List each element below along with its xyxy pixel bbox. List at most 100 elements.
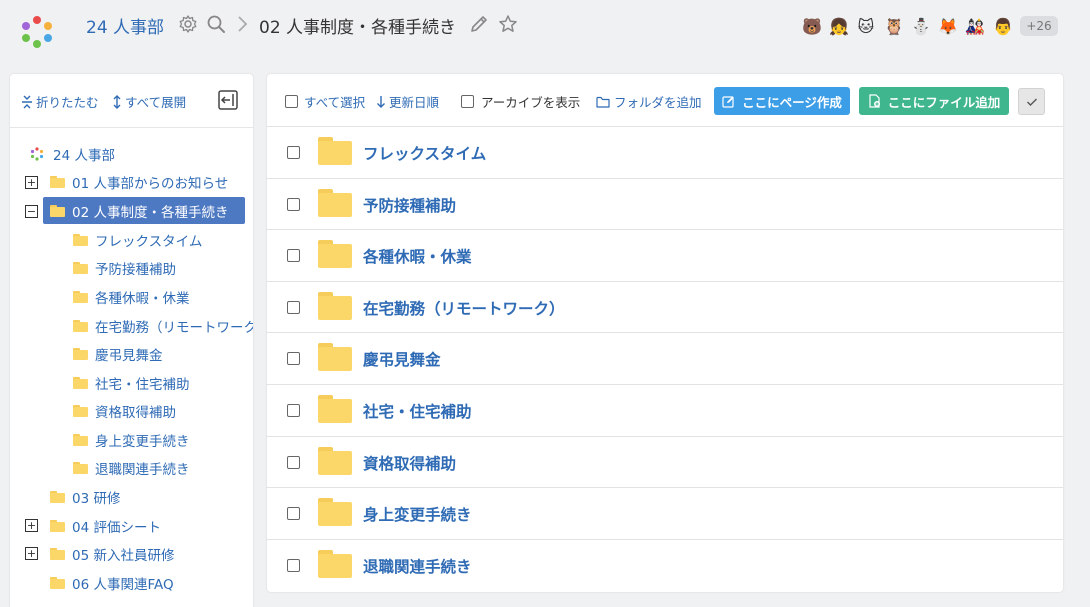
list-item[interactable]: 在宅勤務（リモートワーク） <box>267 282 1063 334</box>
tree-child-item[interactable]: 在宅勤務（リモートワーク） <box>73 312 253 339</box>
collapse-toggle-icon[interactable]: − <box>25 205 38 218</box>
row-checkbox[interactable] <box>287 558 300 572</box>
folder-icon <box>73 461 88 474</box>
avatar[interactable]: 👨 <box>991 14 1015 38</box>
folder-name-link[interactable]: 身上変更手続き <box>363 503 472 525</box>
avatar[interactable]: 🦉 <box>882 14 906 38</box>
select-all-label: すべて選択 <box>304 95 366 110</box>
folder-name-link[interactable]: 資格取得補助 <box>363 452 456 474</box>
show-archive-control[interactable]: アーカイブを表示 <box>461 92 580 111</box>
folder-name-link[interactable]: 社宅・住宅補助 <box>363 400 472 422</box>
chevron-right-icon <box>238 16 248 32</box>
tree-child-item[interactable]: 予防接種補助 <box>73 254 176 281</box>
more-members-badge[interactable]: +26 <box>1020 16 1058 36</box>
list-item[interactable]: フレックスタイム <box>267 127 1063 179</box>
folder-icon <box>318 188 352 217</box>
add-file-button[interactable]: ここにファイル追加 <box>859 87 1009 115</box>
expand-toggle-icon[interactable]: + <box>25 176 38 189</box>
list-item[interactable]: 各種休暇・休業 <box>267 230 1063 282</box>
select-all-checkbox[interactable] <box>285 95 298 108</box>
add-file-label: ここにファイル追加 <box>887 94 1001 110</box>
tree-item-02-selected[interactable]: 02 人事制度・各種手続き <box>43 197 245 224</box>
tree-child-item[interactable]: 各種休暇・休業 <box>73 283 190 310</box>
list-item[interactable]: 予防接種補助 <box>267 179 1063 231</box>
sort-updated-button[interactable]: 更新日順 <box>376 92 439 111</box>
file-add-icon <box>869 94 880 108</box>
page-title: 02 人事制度・各種手続き <box>259 18 457 38</box>
gear-icon[interactable] <box>178 14 198 34</box>
tree-item-05[interactable]: 05 新入社員研修 <box>50 540 174 567</box>
avatar[interactable]: 👧 <box>827 14 851 38</box>
list-item[interactable]: 身上変更手続き <box>267 488 1063 540</box>
row-checkbox[interactable] <box>287 249 300 263</box>
folder-name-link[interactable]: 退職関連手続き <box>363 555 472 577</box>
star-icon[interactable] <box>498 14 518 34</box>
folder-icon <box>318 498 352 527</box>
expand-toggle-icon[interactable]: + <box>25 519 38 532</box>
select-all-control[interactable]: すべて選択 <box>285 92 365 111</box>
space-name-link[interactable]: 24 人事部 <box>86 13 164 38</box>
expand-toggle-icon[interactable]: + <box>25 547 38 560</box>
check-icon <box>1026 98 1037 106</box>
folder-icon <box>50 490 65 503</box>
tree-child-item[interactable]: 慶弔見舞金 <box>73 340 163 367</box>
collapse-all-button[interactable]: 折りたたむ <box>21 92 99 111</box>
folder-name-link[interactable]: 各種休暇・休業 <box>363 245 472 267</box>
sidebar-tree: 折りたたむ すべて展開 24 人事部 + 01 人事部からのお知らせ − 02 … <box>10 74 253 607</box>
folder-icon <box>50 576 65 589</box>
row-checkbox[interactable] <box>287 455 300 469</box>
expand-all-button[interactable]: すべて展開 <box>112 92 186 111</box>
avatar[interactable]: 🦊 <box>936 14 960 38</box>
row-checkbox[interactable] <box>287 197 300 211</box>
edit-page-icon <box>722 95 734 108</box>
row-checkbox[interactable] <box>287 352 300 366</box>
tree-item-04[interactable]: 04 評価シート <box>50 512 161 539</box>
folder-list-panel: すべて選択 更新日順 アーカイブを表示 フォルダを追加 ここにページ作成 ここに… <box>267 74 1063 592</box>
tree-child-item[interactable]: 社宅・住宅補助 <box>73 369 190 396</box>
show-archive-checkbox[interactable] <box>461 95 474 108</box>
list-item[interactable]: 資格取得補助 <box>267 437 1063 489</box>
space-logo-icon <box>30 146 44 161</box>
create-page-button[interactable]: ここにページ作成 <box>714 87 850 115</box>
list-item[interactable]: 退職関連手続き <box>267 540 1063 592</box>
avatar[interactable]: ⛄ <box>909 14 933 38</box>
search-icon[interactable] <box>206 14 226 34</box>
folder-name-link[interactable]: 在宅勤務（リモートワーク） <box>363 297 565 319</box>
avatar[interactable]: 🐻 <box>800 14 824 38</box>
tree-child-item[interactable]: 退職関連手続き <box>73 454 190 481</box>
sort-label: 更新日順 <box>389 95 440 110</box>
sidebar-toolbar: 折りたたむ すべて展開 <box>10 74 253 128</box>
row-checkbox[interactable] <box>287 404 300 417</box>
tree-item-03[interactable]: 03 研修 <box>50 483 120 510</box>
tree-item-06[interactable]: 06 人事関連FAQ <box>50 569 174 596</box>
folder-icon <box>318 291 352 320</box>
collapse-sidebar-icon[interactable] <box>218 90 238 110</box>
row-checkbox[interactable] <box>287 507 300 521</box>
folder-name-link[interactable]: 予防接種補助 <box>363 194 456 216</box>
add-folder-button[interactable]: フォルダを追加 <box>596 92 702 111</box>
row-checkbox[interactable] <box>287 300 300 314</box>
tree-root-item[interactable]: 24 人事部 <box>30 140 115 167</box>
tree-child-item[interactable]: フレックスタイム <box>73 226 202 253</box>
tree-child-item[interactable]: 身上変更手続き <box>73 426 190 453</box>
tree-item-label: 予防接種補助 <box>95 261 176 278</box>
list-item[interactable]: 社宅・住宅補助 <box>267 385 1063 437</box>
avatar[interactable]: 🐱 <box>854 14 878 38</box>
bulk-select-toggle-button[interactable] <box>1018 88 1045 115</box>
space-logo-icon[interactable] <box>18 16 56 54</box>
arrow-down-icon <box>377 96 385 108</box>
tree-item-label: 02 人事制度・各種手続き <box>72 204 229 221</box>
avatar[interactable]: 🎎 <box>963 14 987 38</box>
list-item[interactable]: 慶弔見舞金 <box>267 333 1063 385</box>
tree-item-01[interactable]: 01 人事部からのお知らせ <box>50 168 228 195</box>
folder-icon <box>50 519 65 532</box>
folder-name-link[interactable]: フレックスタイム <box>363 142 486 164</box>
row-checkbox[interactable] <box>287 146 300 159</box>
tree-item-label: 資格取得補助 <box>95 404 176 421</box>
pencil-edit-icon[interactable] <box>469 14 489 34</box>
folder-name-link[interactable]: 慶弔見舞金 <box>363 348 441 370</box>
tree-child-item[interactable]: 資格取得補助 <box>73 397 176 424</box>
collapse-arrows-icon <box>22 95 32 108</box>
tree-item-label: 身上変更手続き <box>95 433 190 450</box>
expand-arrows-icon <box>113 94 121 109</box>
